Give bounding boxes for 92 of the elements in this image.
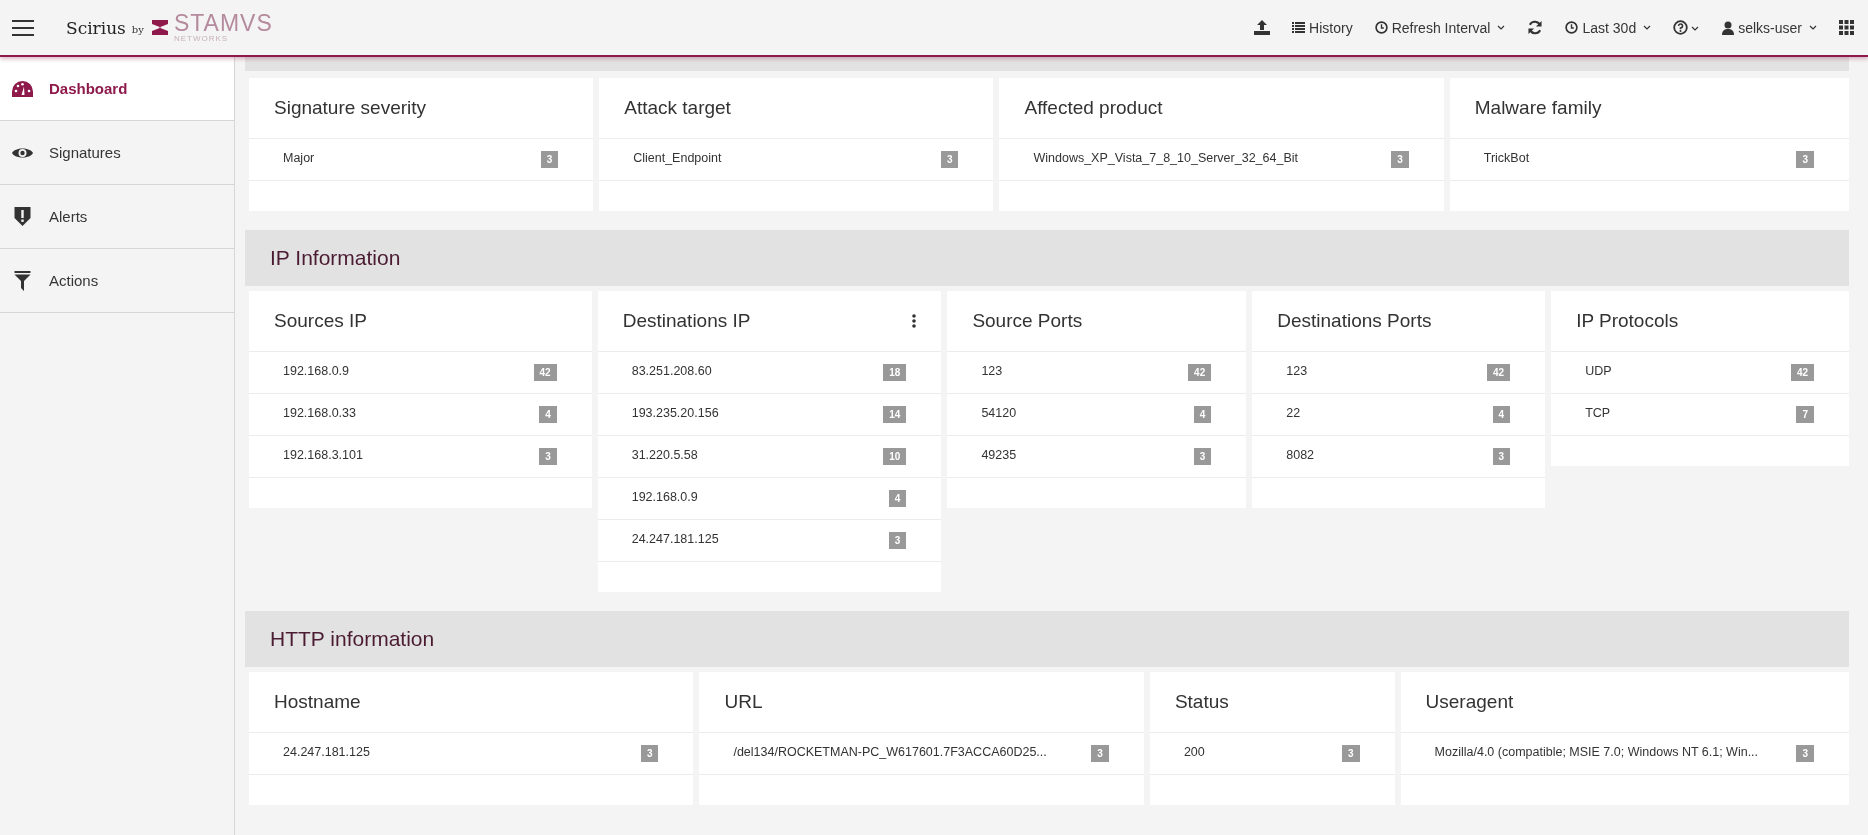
item-label[interactable]: 54120	[981, 406, 1017, 420]
count-badge: 4	[888, 490, 907, 507]
item-label[interactable]: Client_Endpoint	[633, 151, 722, 165]
count-badge: 42	[1188, 364, 1212, 381]
count-badge: 3	[888, 532, 907, 549]
clock-icon	[1374, 21, 1388, 34]
count-badge: 4	[1193, 406, 1212, 423]
section-title: IP Information	[270, 246, 401, 270]
count-badge: 4	[539, 406, 557, 423]
item-label[interactable]: 123	[981, 364, 1003, 378]
user-menu-button[interactable]: selks-user	[1722, 19, 1817, 36]
item-label[interactable]: 49235	[981, 448, 1017, 462]
shield-alert-icon	[12, 207, 33, 226]
list-icon	[1292, 22, 1306, 33]
sidebar-item[interactable]: Actions	[0, 249, 234, 313]
card-title: Malware family	[1474, 97, 1602, 119]
upload-icon[interactable]	[1254, 20, 1271, 35]
count-badge: 3	[1391, 151, 1409, 168]
card-title: Status	[1174, 691, 1229, 713]
count-badge: 3	[1796, 151, 1814, 168]
item-label[interactable]: 192.168.0.33	[283, 406, 356, 420]
card-title: Destinations Ports	[1277, 310, 1432, 332]
count-badge: 3	[1193, 448, 1212, 465]
section-title: HTTP information	[270, 627, 435, 651]
more-options-icon[interactable]	[912, 314, 917, 328]
logo-text: STAMVS	[173, 12, 273, 35]
item-label[interactable]: UDP	[1585, 364, 1612, 378]
count-badge: 18	[883, 364, 907, 381]
item-label[interactable]: /del134/ROCKETMAN-PC_W617601.7F3ACCA60D25...	[733, 745, 1047, 759]
sidebar-item[interactable]: Alerts	[0, 185, 234, 249]
count-badge: 14	[883, 406, 907, 423]
item-label[interactable]: 31.220.5.58	[631, 448, 698, 462]
count-badge: 42	[1790, 364, 1814, 381]
count-badge: 3	[1091, 745, 1109, 762]
item-label[interactable]: 192.168.0.9	[631, 490, 698, 504]
user-icon	[1722, 20, 1735, 35]
count-badge: 3	[1342, 745, 1360, 762]
item-label[interactable]: 200	[1183, 745, 1205, 759]
refresh-interval-dropdown[interactable]: Refresh Interval	[1374, 19, 1506, 36]
card-title: Source Ports	[972, 310, 1083, 332]
item-label[interactable]: 22	[1286, 406, 1301, 420]
count-badge: 3	[539, 448, 557, 465]
card-title: Destinations IP	[622, 310, 751, 332]
item-label[interactable]: Major	[283, 151, 315, 165]
count-badge: 7	[1796, 406, 1814, 423]
count-badge: 3	[540, 151, 559, 168]
item-label[interactable]: TCP	[1585, 406, 1611, 420]
sidebar-item[interactable]: Signatures	[0, 121, 234, 185]
filter-icon	[12, 270, 33, 291]
item-label[interactable]: 8082	[1286, 448, 1315, 462]
item-label[interactable]: 123	[1286, 364, 1308, 378]
time-range-dropdown[interactable]: Last 30d	[1565, 19, 1652, 36]
apps-grid-icon[interactable]	[1839, 20, 1854, 35]
sidebar-item[interactable]: Dashboard	[0, 57, 234, 121]
card-title: Useragent	[1425, 691, 1514, 713]
count-badge: 4	[1492, 406, 1511, 423]
item-label[interactable]: 83.251.208.60	[631, 364, 712, 378]
card-title: IP Protocols	[1576, 310, 1679, 332]
help-icon[interactable]	[1673, 20, 1701, 35]
refresh-icon[interactable]	[1527, 20, 1544, 35]
card-title: Signature severity	[274, 97, 427, 119]
count-badge: 42	[1487, 364, 1511, 381]
clock-icon	[1565, 21, 1579, 34]
brand-by: by	[131, 24, 144, 35]
item-label[interactable]: TrickBot	[1483, 151, 1530, 165]
count-badge: 3	[1796, 745, 1814, 762]
caret-icon	[1643, 25, 1652, 30]
card-title: Sources IP	[274, 310, 367, 332]
card-title: Hostname	[274, 691, 361, 713]
item-label[interactable]: Windows_XP_Vista_7_8_10_Server_32_64_Bit	[1033, 151, 1298, 165]
item-label[interactable]: Mozilla/4.0 (compatible; MSIE 7.0; Windows NT 6.1; Win...	[1434, 745, 1759, 759]
caret-icon	[1809, 25, 1817, 30]
caret-icon	[1497, 25, 1506, 30]
count-badge: 3	[940, 151, 959, 168]
count-badge: 3	[1492, 448, 1511, 465]
item-label[interactable]: 24.247.181.125	[631, 532, 719, 546]
card-title: URL	[724, 691, 763, 713]
speedometer-icon	[12, 80, 33, 97]
item-label[interactable]: 192.168.3.101	[283, 448, 363, 462]
card-title: Affected product	[1024, 97, 1163, 119]
logo-subtext: NETWORKS	[173, 35, 230, 43]
count-badge: 42	[533, 364, 557, 381]
count-badge: 10	[883, 448, 907, 465]
card-title: Attack target	[624, 97, 731, 119]
logo-mark-icon	[151, 20, 168, 35]
item-label[interactable]: 193.235.20.156	[631, 406, 719, 420]
count-badge: 3	[640, 745, 659, 762]
brand-name[interactable]: Scirius	[66, 17, 126, 38]
item-label[interactable]: 24.247.181.125	[283, 745, 370, 759]
item-label[interactable]: 192.168.0.9	[283, 364, 350, 378]
history-button[interactable]: History	[1292, 19, 1353, 36]
menu-icon[interactable]	[12, 19, 34, 36]
